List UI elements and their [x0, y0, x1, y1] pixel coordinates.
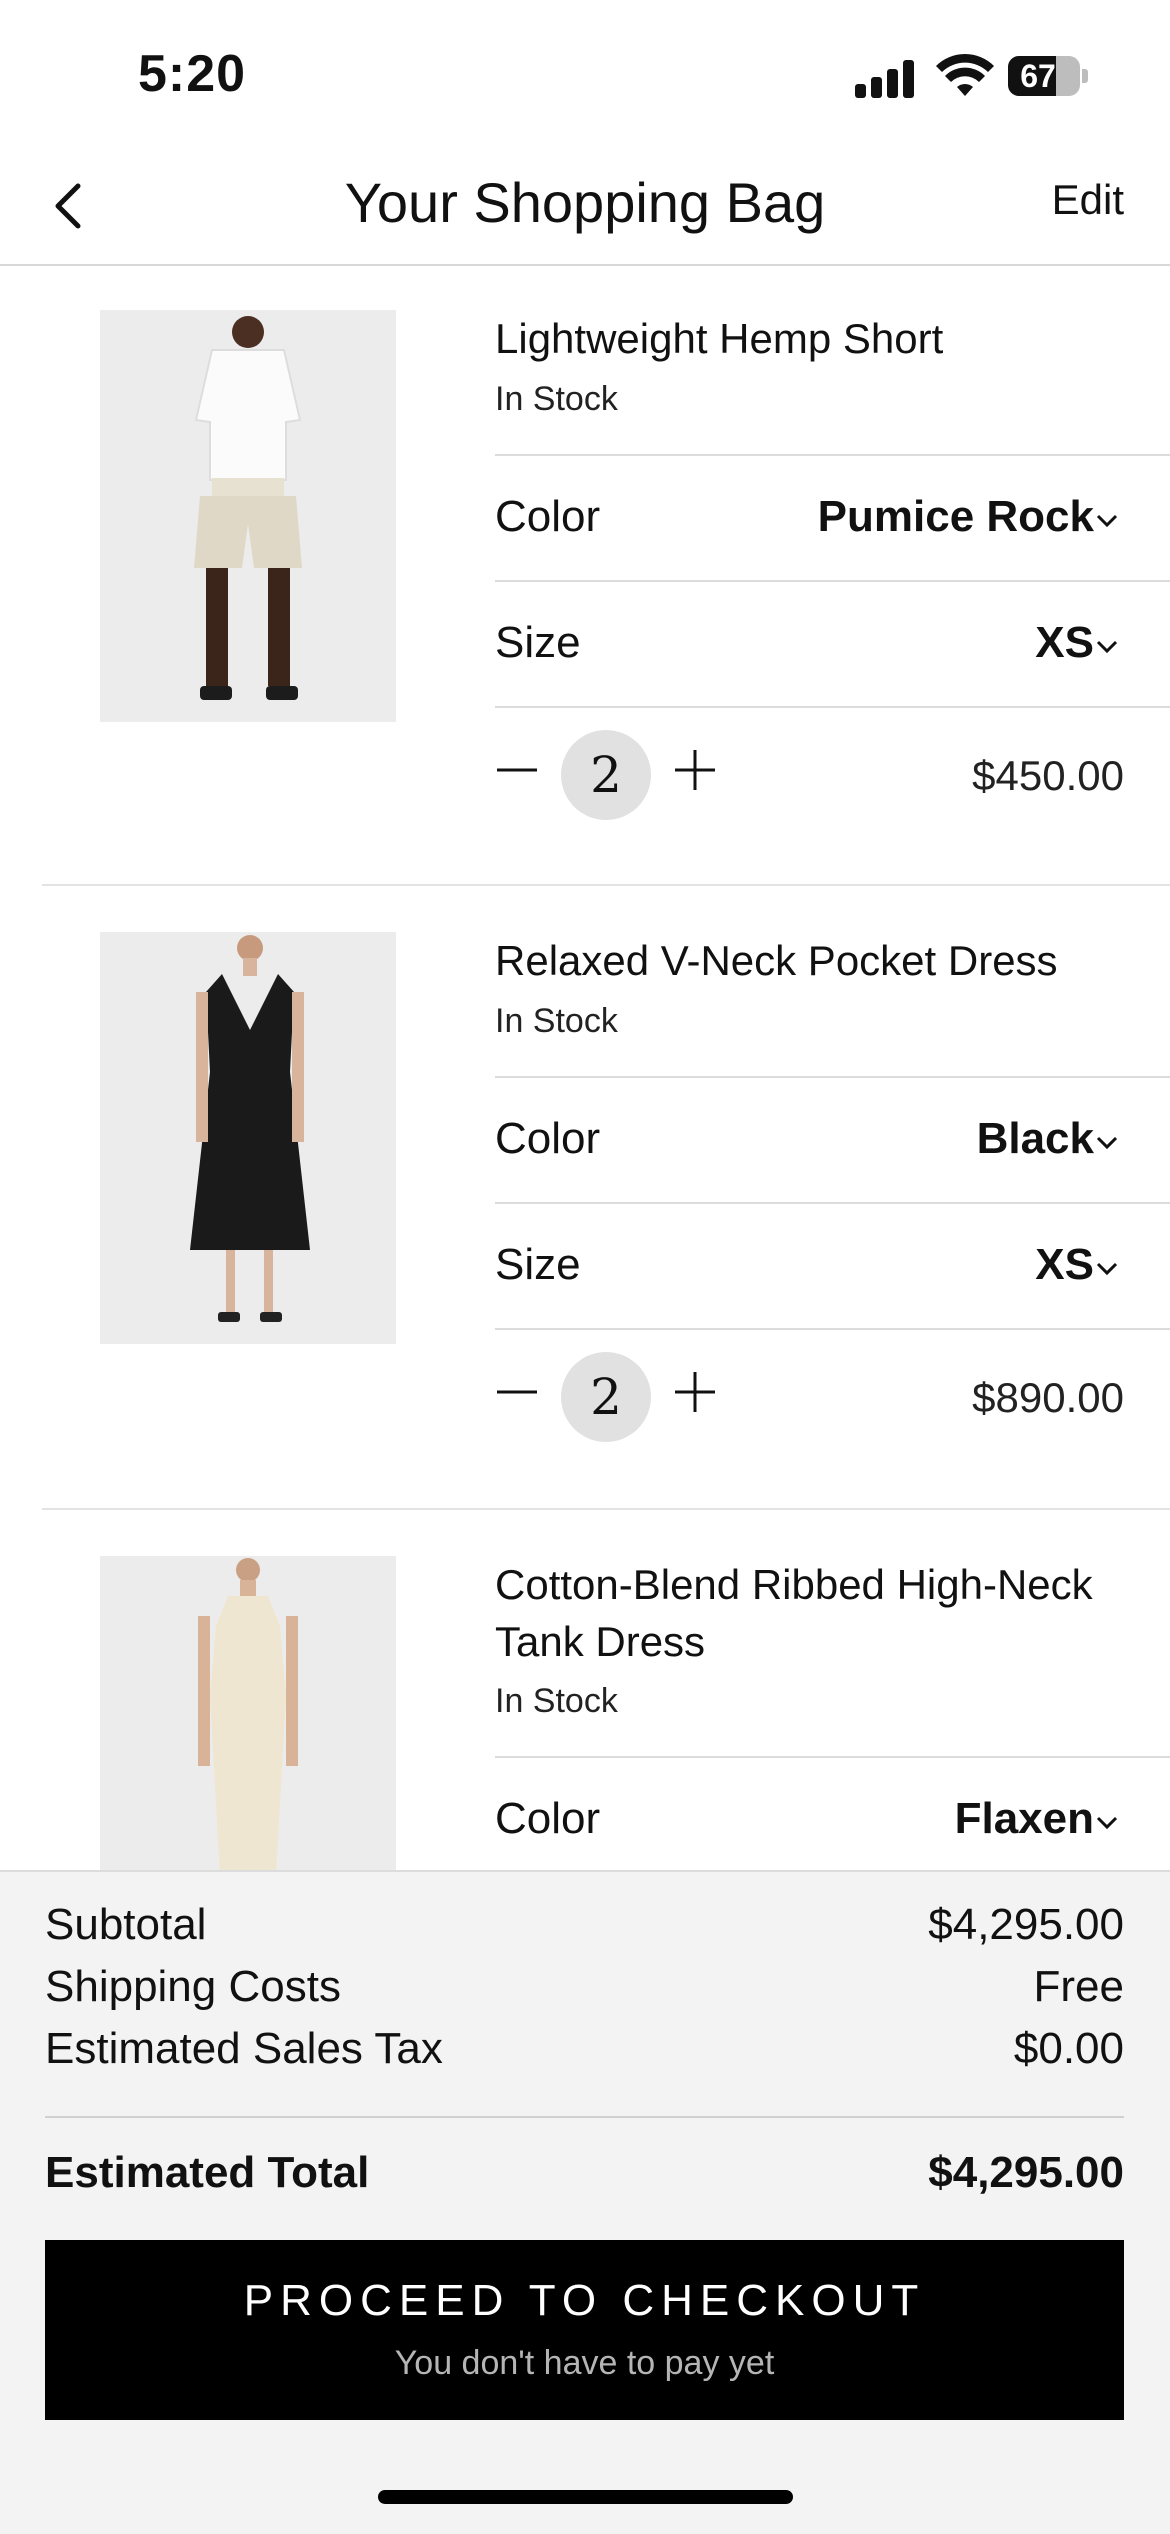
stock-status: In Stock: [495, 380, 618, 418]
wifi-icon: [936, 53, 994, 96]
shipping-value: Free: [1033, 1962, 1124, 2011]
edit-button[interactable]: Edit: [1052, 176, 1124, 224]
product-name[interactable]: Cotton-Blend Ribbed High-Neck Tank Dress: [495, 1556, 1135, 1670]
order-summary: Subtotal $4,295.00 Shipping Costs Free E…: [0, 1870, 1170, 2534]
shipping-row: Shipping Costs Free: [45, 1962, 1124, 2018]
color-value: Flaxen: [954, 1794, 1094, 1843]
navigation-bar: Your Shopping Bag Edit: [0, 150, 1170, 266]
size-label: Size: [495, 1240, 581, 1289]
color-label: Color: [495, 1114, 601, 1163]
item-price: $890.00: [972, 1374, 1124, 1421]
total-row: Estimated Total $4,295.00: [45, 2148, 1124, 2204]
chevron-down-icon: [1096, 1816, 1118, 1830]
tax-value: $0.00: [1013, 2024, 1124, 2073]
color-label: Color: [495, 1794, 601, 1843]
item-price: $450.00: [972, 752, 1124, 799]
chevron-down-icon: [1096, 640, 1118, 654]
bag-item: Cotton-Blend Ribbed High-Neck Tank Dress…: [0, 1510, 1170, 1870]
product-name[interactable]: Lightweight Hemp Short: [495, 310, 1135, 367]
bag-items-list[interactable]: Lightweight Hemp Short In Stock Color Pu…: [0, 266, 1170, 1870]
size-label: Size: [495, 618, 581, 667]
quantity-value: 2: [561, 730, 651, 820]
stock-status: In Stock: [495, 1682, 618, 1720]
product-image[interactable]: [100, 932, 396, 1344]
total-label: Estimated Total: [45, 2148, 370, 2197]
proceed-to-checkout-button[interactable]: PROCEED TO CHECKOUT You don't have to pa…: [45, 2240, 1124, 2420]
stock-status: In Stock: [495, 1002, 618, 1040]
chevron-down-icon: [1096, 1136, 1118, 1150]
status-bar: 5:20 67: [0, 0, 1170, 150]
checkout-label: PROCEED TO CHECKOUT: [243, 2276, 926, 2325]
battery-icon: 67: [1008, 56, 1080, 96]
bag-item: Lightweight Hemp Short In Stock Color Pu…: [0, 266, 1170, 886]
subtotal-row: Subtotal $4,295.00: [45, 1900, 1124, 1956]
color-selector[interactable]: Color Pumice Rock: [495, 454, 1170, 582]
plus-icon[interactable]: [673, 1370, 717, 1414]
minus-icon[interactable]: [495, 748, 539, 792]
quantity-stepper: 2 $450.00: [495, 706, 1170, 848]
product-name[interactable]: Relaxed V-Neck Pocket Dress: [495, 932, 1135, 989]
battery-percentage: 67: [1020, 58, 1056, 94]
color-value: Black: [976, 1114, 1094, 1163]
size-value: XS: [1035, 618, 1094, 667]
tax-label: Estimated Sales Tax: [45, 2024, 443, 2073]
size-value: XS: [1035, 1240, 1094, 1289]
bag-item: Relaxed V-Neck Pocket Dress In Stock Col…: [0, 886, 1170, 1510]
checkout-sublabel: You don't have to pay yet: [394, 2344, 775, 2382]
summary-divider: [45, 2116, 1124, 2118]
shipping-label: Shipping Costs: [45, 1962, 341, 2011]
color-selector[interactable]: Color Flaxen: [495, 1756, 1170, 1870]
home-indicator[interactable]: [378, 2490, 793, 2504]
cellular-signal-icon: [855, 58, 915, 98]
minus-icon[interactable]: [495, 1370, 539, 1414]
battery-tip: [1082, 69, 1088, 83]
color-value: Pumice Rock: [817, 492, 1094, 541]
product-image[interactable]: [100, 1556, 396, 1870]
page-title: Your Shopping Bag: [344, 171, 826, 234]
size-selector[interactable]: Size XS: [495, 1202, 1170, 1330]
chevron-down-icon: [1096, 514, 1118, 528]
size-selector[interactable]: Size XS: [495, 580, 1170, 708]
total-value: $4,295.00: [928, 2148, 1124, 2197]
color-label: Color: [495, 492, 601, 541]
color-selector[interactable]: Color Black: [495, 1076, 1170, 1204]
product-image[interactable]: [100, 310, 396, 722]
quantity-value: 2: [561, 1352, 651, 1442]
subtotal-value: $4,295.00: [928, 1900, 1124, 1949]
tax-row: Estimated Sales Tax $0.00: [45, 2024, 1124, 2080]
plus-icon[interactable]: [673, 748, 717, 792]
subtotal-label: Subtotal: [45, 1900, 207, 1949]
status-time: 5:20: [138, 45, 247, 103]
quantity-stepper: 2 $890.00: [495, 1328, 1170, 1470]
chevron-down-icon: [1096, 1262, 1118, 1276]
